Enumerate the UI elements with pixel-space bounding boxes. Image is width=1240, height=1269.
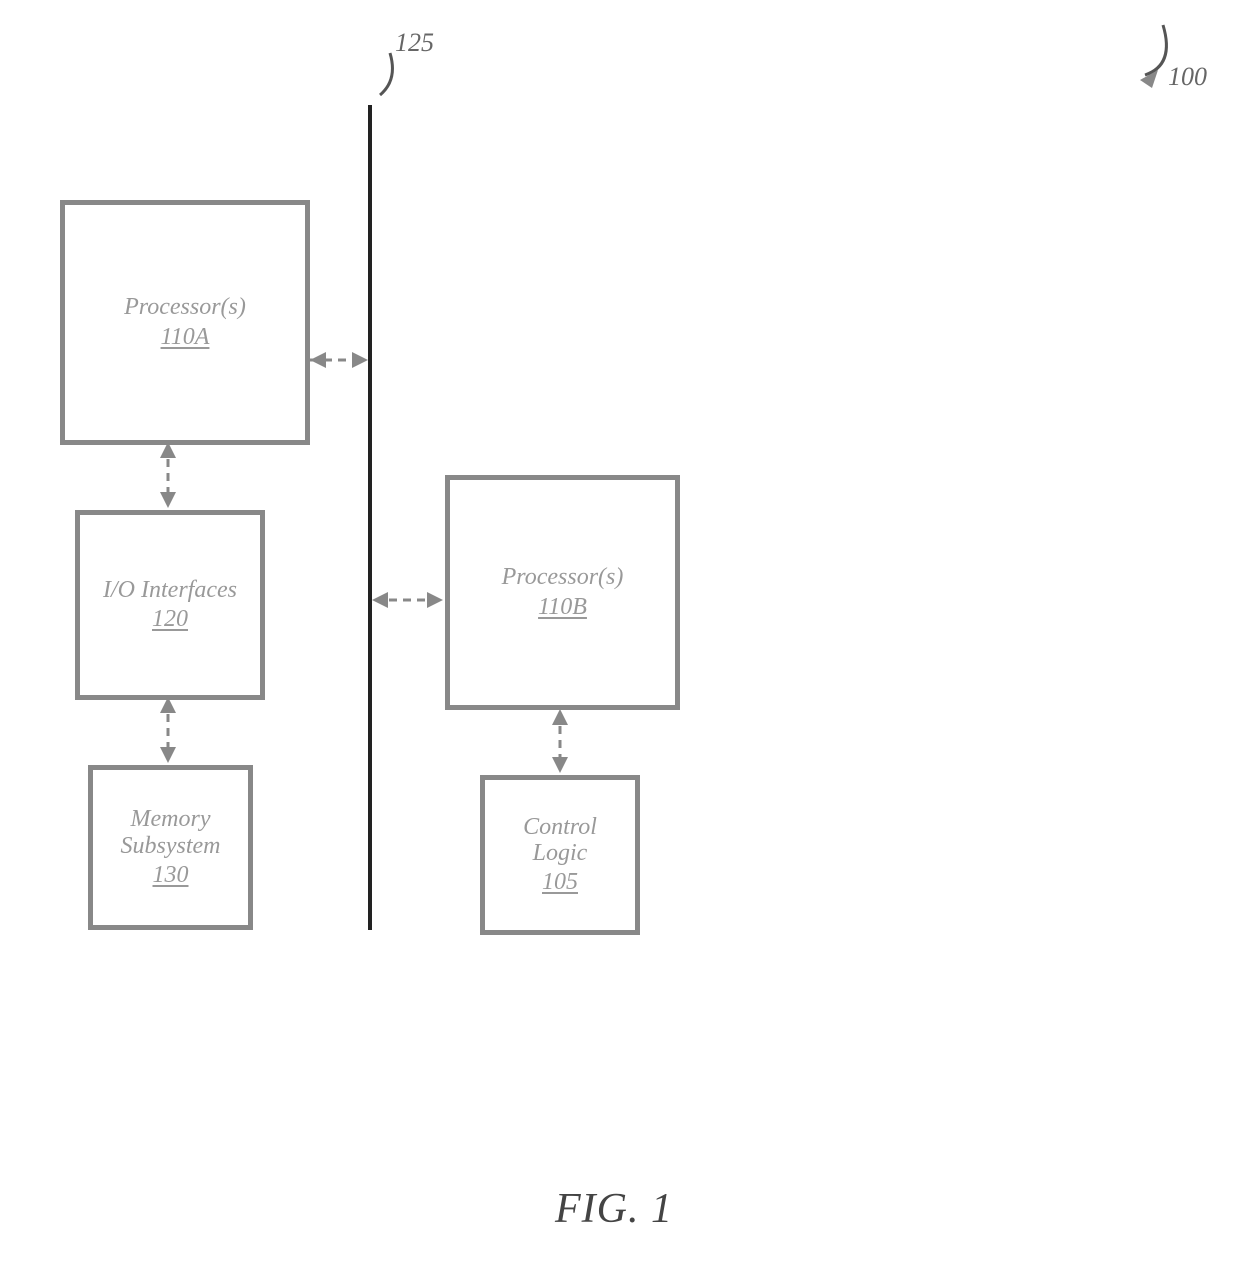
block-io-num: 120 xyxy=(152,606,188,633)
block-control-logic-label: Control Logic xyxy=(500,814,620,867)
figure-label: FIG. 1 xyxy=(555,1185,673,1233)
figure-label-text: FIG. 1 xyxy=(555,1186,673,1232)
system-diagram: 125 100 Processor(s) 110A I/O Interfaces… xyxy=(0,0,1240,1269)
system-ref-label: 100 xyxy=(1168,62,1207,92)
block-io: I/O Interfaces 120 xyxy=(75,510,265,700)
block-processor-b: Processor(s) 110B xyxy=(445,475,680,710)
block-processor-a: Processor(s) 110A xyxy=(60,200,310,445)
block-memory-num: 130 xyxy=(153,862,189,889)
block-control-logic: Control Logic 105 xyxy=(480,775,640,935)
block-processor-a-num: 110A xyxy=(161,324,210,351)
block-control-logic-num: 105 xyxy=(542,869,578,896)
block-memory-label: Memory Subsystem xyxy=(101,806,241,859)
block-memory: Memory Subsystem 130 xyxy=(88,765,253,930)
bus-ref: 125 xyxy=(395,28,434,57)
block-processor-b-label: Processor(s) xyxy=(502,564,624,590)
block-io-label: I/O Interfaces xyxy=(103,577,237,603)
bus-ref-label: 125 xyxy=(395,28,434,58)
block-processor-a-label: Processor(s) xyxy=(124,294,246,320)
system-ref: 100 xyxy=(1168,62,1207,91)
block-processor-b-num: 110B xyxy=(538,594,587,621)
